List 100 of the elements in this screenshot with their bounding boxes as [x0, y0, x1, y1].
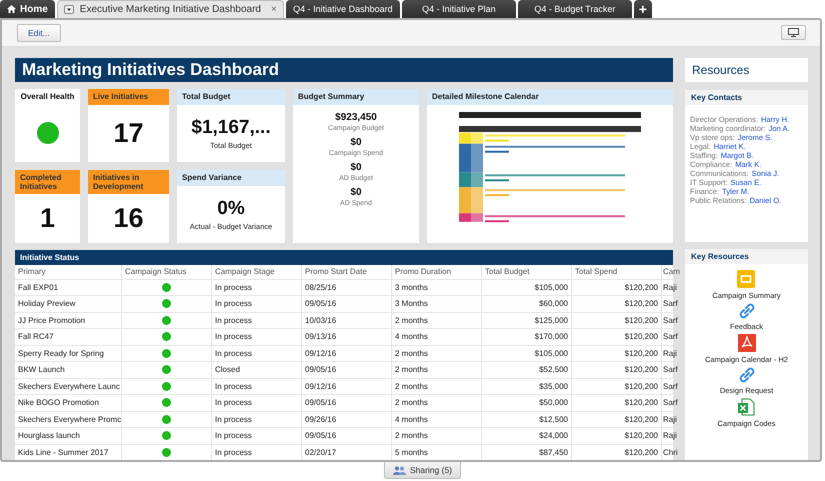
- table-cell: Skechers Everywhere Promc: [15, 411, 122, 428]
- table-cell: In process: [212, 394, 302, 411]
- table-cell: Fall RC47: [15, 328, 122, 345]
- table-cell: Skechers Everywhere Launc: [15, 378, 122, 394]
- edit-button[interactable]: Edit...: [17, 24, 61, 42]
- table-cell: $120,200: [572, 312, 662, 328]
- table-cell: $120,200: [572, 328, 662, 345]
- table-cell: Holiday Preview: [15, 296, 122, 312]
- table-cell: 08/25/16: [302, 279, 392, 296]
- column-header: Primary: [15, 264, 122, 279]
- widget-title: Detailed Milestone Calendar: [427, 88, 673, 104]
- table-cell: Sarf: [662, 362, 682, 378]
- table-cell: 09/05/16: [302, 428, 392, 444]
- table-cell: 2 months: [392, 312, 482, 328]
- close-tab-button[interactable]: ×: [271, 4, 277, 15]
- table-cell: Nike BOGO Promotion: [15, 394, 122, 411]
- table-cell: $12,500: [482, 411, 572, 428]
- table-cell: 5 months: [392, 444, 482, 460]
- table-cell: Sarf: [662, 394, 682, 411]
- table-cell: $105,000: [482, 345, 572, 362]
- table-cell: 2 months: [392, 378, 482, 394]
- table-cell: $50,000: [482, 394, 572, 411]
- spreadsheet-icon[interactable]: [737, 398, 756, 416]
- dropdown-icon[interactable]: [64, 5, 74, 14]
- table-cell: Sarf: [662, 296, 682, 312]
- table-cell: BKW Launch: [15, 362, 122, 378]
- table-cell: 02/20/17: [302, 444, 392, 460]
- pdf-icon[interactable]: [738, 334, 756, 352]
- table-cell: $125,000: [482, 312, 572, 328]
- table-cell: Sarf: [662, 312, 682, 328]
- table-cell: 2 months: [392, 345, 482, 362]
- table-cell: 3 months: [392, 279, 482, 296]
- table-cell: In process: [212, 428, 302, 444]
- table-cell: Raji: [662, 345, 682, 362]
- widget-title: Live Initiatives: [88, 88, 169, 104]
- link-icon[interactable]: [738, 366, 754, 382]
- sharing-button[interactable]: Sharing (5): [384, 462, 462, 479]
- summary-value: $0: [350, 136, 362, 148]
- sheet-tab[interactable]: Q4 - Budget Tracker: [518, 0, 632, 18]
- add-tab-button[interactable]: +: [634, 0, 652, 18]
- table-cell: Raji: [662, 411, 682, 428]
- widget-title: Spend Variance: [177, 170, 285, 186]
- table-cell: In process: [212, 378, 302, 394]
- table-title: Initiative Status: [15, 250, 673, 264]
- present-button[interactable]: [781, 25, 806, 40]
- table-cell: Kids Line - Summer 2017: [15, 444, 122, 460]
- sheet-tab[interactable]: Executive Marketing Initiative Dashboard ×: [56, 0, 284, 18]
- table-cell: $120,200: [572, 296, 662, 312]
- link-icon[interactable]: [738, 302, 754, 318]
- column-header: Total Budget: [482, 264, 572, 279]
- widget-title: Total Budget: [177, 88, 285, 104]
- table-cell: $120,200: [572, 362, 662, 378]
- column-header: Campaign Status: [122, 264, 212, 279]
- sheet-tab[interactable]: Q4 - Initiative Dashboard: [286, 0, 400, 18]
- table-cell: JJ Price Promotion: [15, 312, 122, 328]
- table-cell: Chri: [662, 444, 682, 460]
- summary-value: $923,450: [335, 112, 377, 122]
- table-cell: $170,000: [482, 328, 572, 345]
- sheet-tab[interactable]: Q4 - Initiative Plan: [402, 0, 516, 18]
- table-cell: $60,000: [482, 296, 572, 312]
- people-icon: [392, 466, 406, 474]
- table-cell: 09/05/16: [302, 362, 392, 378]
- metric-value: 1: [40, 202, 56, 234]
- table-cell: $120,200: [572, 444, 662, 460]
- table-cell: Closed: [212, 362, 302, 378]
- table-cell: In process: [212, 411, 302, 428]
- column-header: Promo Duration: [392, 264, 482, 279]
- metric-value: 16: [113, 202, 144, 234]
- table-cell: $120,200: [572, 279, 662, 296]
- table-cell: $120,200: [572, 428, 662, 444]
- widget-title: Initiatives in Development: [88, 170, 169, 194]
- table-cell: 10/03/16: [302, 312, 392, 328]
- table-cell: Hourglass launch: [15, 428, 122, 444]
- table-cell: 4 months: [392, 328, 482, 345]
- home-tab[interactable]: Home: [0, 0, 55, 18]
- table-cell: In process: [212, 328, 302, 345]
- table-cell: 09/26/16: [302, 411, 392, 428]
- table-cell: Sarf: [662, 378, 682, 394]
- column-header: Total Spend: [572, 264, 662, 279]
- table-cell: 2 months: [392, 394, 482, 411]
- table-cell: Raji: [662, 279, 682, 296]
- table-cell: Fall EXP01: [15, 279, 122, 296]
- table-cell: Sarf: [662, 328, 682, 345]
- table-cell: $120,200: [572, 378, 662, 394]
- column-header: Promo Start Date: [302, 264, 392, 279]
- column-header: Cam: [662, 264, 682, 279]
- widget-title: Overall Health: [20, 90, 76, 102]
- table-cell: In process: [212, 279, 302, 296]
- table-cell: 09/13/16: [302, 328, 392, 345]
- table-cell: 2 months: [392, 428, 482, 444]
- table-cell: 2 months: [392, 362, 482, 378]
- table-cell: $24,000: [482, 428, 572, 444]
- table-cell: $35,000: [482, 378, 572, 394]
- table-cell: 09/12/16: [302, 378, 392, 394]
- widget-title: Budget Summary: [293, 88, 419, 104]
- table-cell: Sperry Ready for Spring: [15, 345, 122, 362]
- summary-value: $0: [350, 162, 362, 172]
- table-cell: 3 Months: [392, 296, 482, 312]
- metric-value: 0%: [217, 198, 245, 220]
- table-cell: $120,200: [572, 345, 662, 362]
